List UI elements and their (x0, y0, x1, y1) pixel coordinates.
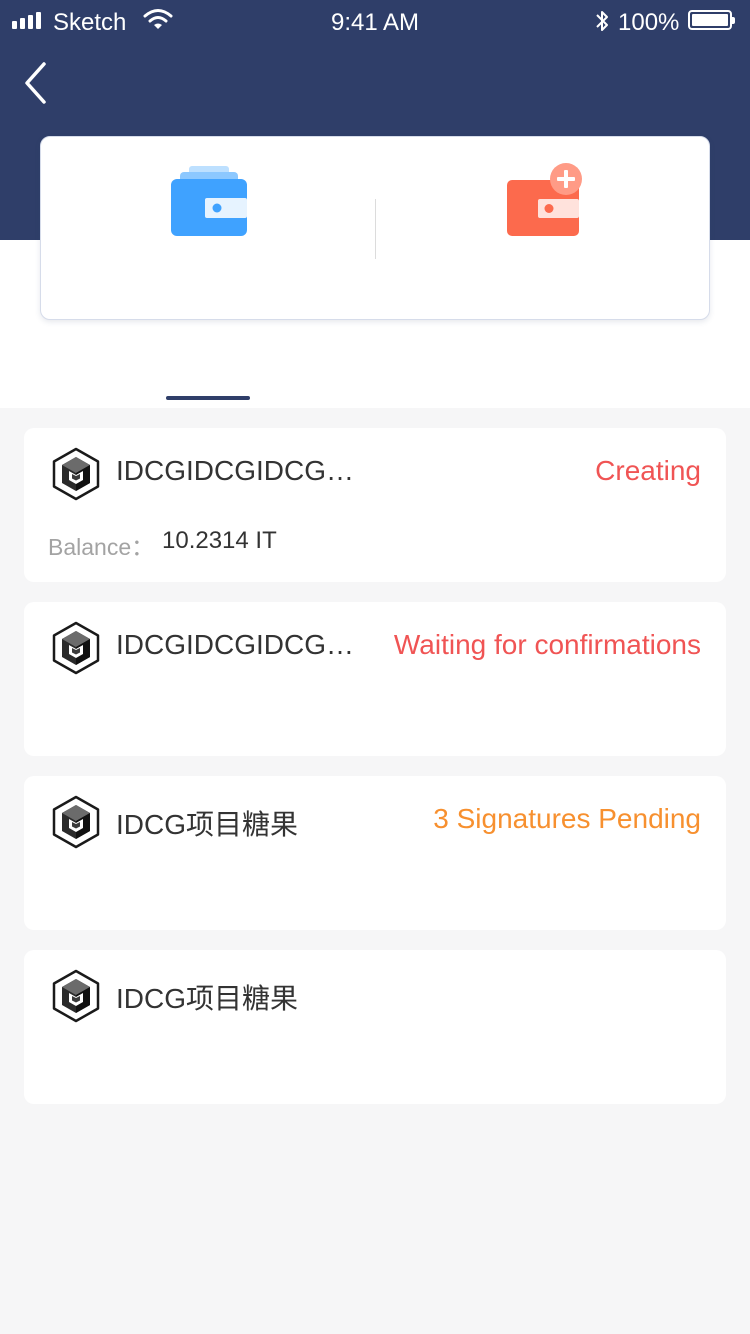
balance-value: 10.2314 IT (162, 527, 277, 554)
idcg-logo-icon (51, 969, 101, 1023)
wallet-status: Creating (595, 455, 701, 486)
wallet-name: IDCG项目糖果 (116, 983, 299, 1014)
wallet-button[interactable] (41, 137, 375, 319)
bluetooth-icon (594, 8, 610, 41)
wallet-icon (171, 166, 247, 236)
status-bar: Sketch 9:41 AM 100% (0, 0, 750, 44)
tab-indicator (166, 396, 250, 400)
chevron-left-icon (25, 62, 46, 104)
wallet-name: IDCGIDCGIDCGIDCGIDCG (116, 629, 356, 660)
wallet-status: 3 Signatures Pending (433, 803, 701, 834)
idcg-logo-icon (51, 447, 101, 501)
idcg-logo-icon (51, 795, 101, 849)
wallet-status: Waiting for confirmations (393, 629, 701, 660)
wallet-card[interactable]: IDCG项目糖果 (24, 950, 726, 1104)
wallet-name: IDCG项目糖果 (116, 809, 299, 840)
wallet-card[interactable]: IDCGIDCGIDCGIDCGIDCG Creating Balance： 10.2… (24, 428, 726, 582)
wallet-add-icon (507, 163, 582, 236)
balance-label: Balance： (48, 534, 155, 560)
add-wallet-button[interactable] (376, 137, 710, 319)
back-button[interactable] (18, 58, 58, 108)
wallet-card[interactable]: IDCGIDCGIDCGIDCGIDCG Waiting for confirma… (24, 602, 726, 756)
idcg-logo-icon (51, 621, 101, 675)
battery-icon (688, 10, 735, 30)
wallet-card[interactable]: IDCG项目糖果 3 Signatures Pending (24, 776, 726, 930)
wallet-actions-card (40, 136, 710, 320)
wallet-name: IDCGIDCGIDCGIDCGIDCG (116, 455, 356, 486)
battery-percent: 100% (618, 9, 680, 36)
